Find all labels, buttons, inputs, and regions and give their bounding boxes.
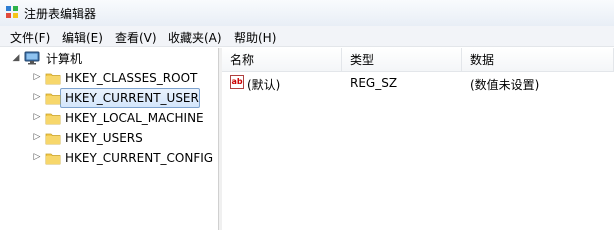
tree-node-hkcu[interactable]: ▷ HKEY_CURRENT_USER (0, 89, 218, 107)
tree-node-label: HKEY_CURRENT_USER (65, 91, 199, 105)
menu-help[interactable]: 帮助(H) (234, 29, 276, 46)
tree-node-hku[interactable]: ▷ HKEY_USERS (0, 129, 218, 147)
expand-arrow-icon[interactable]: ▷ (32, 111, 42, 123)
folder-icon (45, 133, 61, 145)
tree-node-label: HKEY_USERS (65, 131, 143, 145)
tree-pane[interactable]: ◢ 计算机 ▷ HKEY_CLASSES_ROOT ▷ HKEY_CURRENT… (0, 48, 219, 240)
expand-arrow-icon[interactable]: ▷ (32, 131, 42, 143)
tree-node-label: HKEY_LOCAL_MACHINE (65, 111, 204, 125)
window-title: 注册表编辑器 (24, 7, 97, 21)
menu-view[interactable]: 查看(V) (115, 29, 157, 46)
computer-icon (24, 51, 40, 65)
folder-icon (45, 153, 61, 165)
value-name: (默认) (247, 78, 281, 92)
tree-node-label: HKEY_CURRENT_CONFIG (65, 151, 214, 165)
title-bar[interactable]: 注册表编辑器 (0, 0, 614, 26)
value-type: REG_SZ (350, 76, 398, 90)
collapse-arrow-icon[interactable]: ◢ (11, 52, 21, 64)
expand-arrow-icon[interactable]: ▷ (32, 91, 42, 103)
tree-node-hkcr[interactable]: ▷ HKEY_CLASSES_ROOT (0, 69, 218, 87)
tree-node-computer[interactable]: ◢ 计算机 (0, 50, 218, 68)
tree-node-hkcc[interactable]: ▷ HKEY_CURRENT_CONFIG (0, 149, 218, 167)
expand-arrow-icon[interactable]: ▷ (32, 71, 42, 83)
menu-edit[interactable]: 编辑(E) (62, 29, 103, 46)
tree-node-hklm[interactable]: ▷ HKEY_LOCAL_MACHINE (0, 109, 218, 127)
tree-node-label: HKEY_CLASSES_ROOT (65, 71, 198, 85)
column-header-type[interactable]: 类型 (342, 48, 462, 72)
expand-arrow-icon[interactable]: ▷ (32, 151, 42, 163)
column-header-name[interactable]: 名称 (222, 48, 342, 72)
tree-node-label: 计算机 (46, 52, 83, 66)
status-bar (0, 230, 614, 240)
registry-editor-icon (6, 6, 18, 18)
folder-icon (45, 113, 61, 125)
folder-icon (45, 73, 61, 85)
folder-icon (45, 93, 61, 105)
menu-favorites[interactable]: 收藏夹(A) (168, 29, 222, 46)
menu-bar: 文件(F) 编辑(E) 查看(V) 收藏夹(A) 帮助(H) (0, 26, 614, 47)
column-header-data[interactable]: 数据 (462, 48, 614, 72)
string-value-icon: ab (230, 75, 244, 89)
values-list[interactable]: 名称 类型 数据 ab (默认) REG_SZ (数值未设置) (222, 48, 614, 240)
value-data: (数值未设置) (470, 78, 540, 92)
menu-file[interactable]: 文件(F) (10, 29, 50, 46)
